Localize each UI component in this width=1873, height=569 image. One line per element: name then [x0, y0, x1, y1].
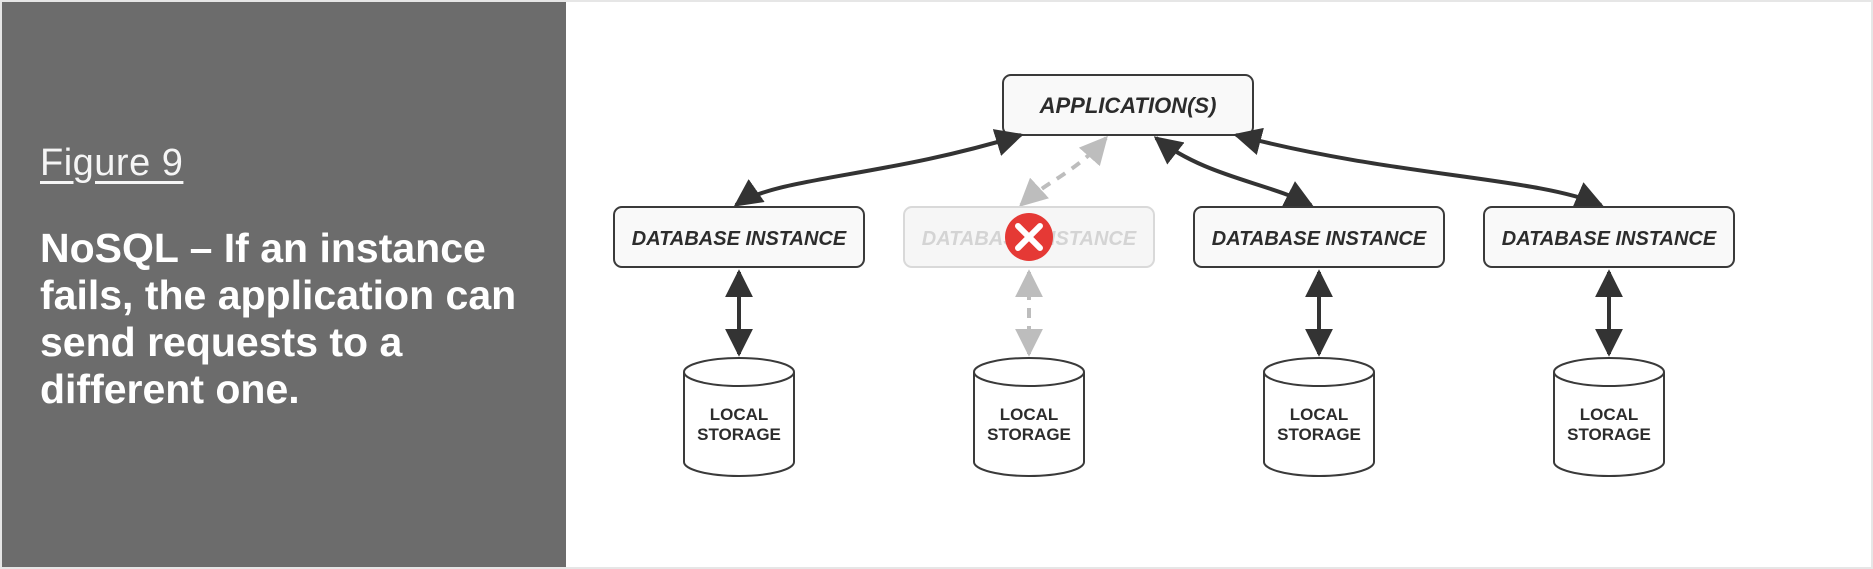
architecture-diagram: APPLICATION(S) DATABASE INSTANCE DATABAS… [566, 2, 1873, 567]
storage-label-line1: LOCAL [710, 405, 769, 424]
db-instance-4: DATABASE INSTANCE [1484, 207, 1734, 267]
storage-label-line2: STORAGE [697, 425, 781, 444]
db-instance-3-label: DATABASE INSTANCE [1212, 228, 1427, 250]
storage-label-line1: LOCAL [1290, 405, 1349, 424]
local-storage-1: LOCAL STORAGE [684, 358, 794, 476]
storage-label-line2: STORAGE [1277, 425, 1361, 444]
db-instance-4-label: DATABASE INSTANCE [1502, 228, 1717, 250]
storage-label-line1: LOCAL [1000, 405, 1059, 424]
diagram-panel: APPLICATION(S) DATABASE INSTANCE DATABAS… [566, 2, 1871, 567]
db-instance-2-failed: DATABASE INSTANCE [904, 207, 1154, 267]
connector-app-db1 [736, 135, 1021, 205]
figure-number: Figure 9 [40, 142, 528, 185]
local-storage-3: LOCAL STORAGE [1264, 358, 1374, 476]
local-storage-4: LOCAL STORAGE [1554, 358, 1664, 476]
caption-panel: Figure 9 NoSQL – If an instance fails, t… [2, 2, 566, 567]
error-icon [1005, 213, 1053, 261]
figure-frame: Figure 9 NoSQL – If an instance fails, t… [0, 0, 1873, 569]
db-instance-1: DATABASE INSTANCE [614, 207, 864, 267]
db-instance-3: DATABASE INSTANCE [1194, 207, 1444, 267]
applications-label: APPLICATION(S) [1039, 93, 1217, 118]
applications-box: APPLICATION(S) [1003, 75, 1253, 135]
db-instance-1-label: DATABASE INSTANCE [632, 228, 847, 250]
local-storage-2: LOCAL STORAGE [974, 358, 1084, 476]
figure-headline: NoSQL – If an instance fails, the applic… [40, 225, 528, 414]
storage-label-line2: STORAGE [1567, 425, 1651, 444]
storage-label-line2: STORAGE [987, 425, 1071, 444]
storage-label-line1: LOCAL [1580, 405, 1639, 424]
connector-app-db2-failed [1021, 138, 1106, 205]
